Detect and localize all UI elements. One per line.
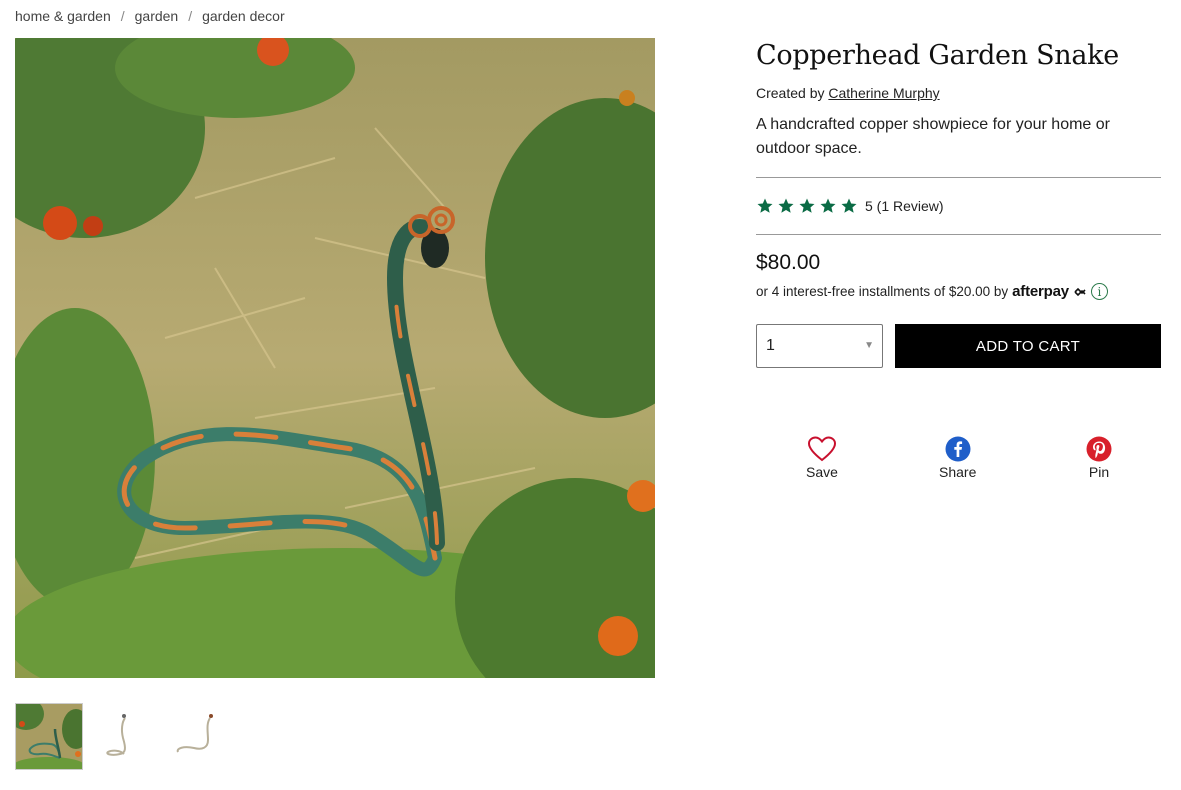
thumbnail-2[interactable] [90,704,156,769]
info-icon[interactable]: i [1090,283,1108,300]
thumbnail-snake-white [90,704,156,769]
share-button[interactable]: Share [939,436,976,480]
star-icon [820,198,836,213]
thumbnail-snake-photo [16,704,82,769]
product-title: Copperhead Garden Snake [756,40,1119,71]
pin-label: Pin [1088,464,1110,480]
afterpay-line: or 4 interest-free installments of $20.0… [756,283,1161,300]
breadcrumb-item-home-garden[interactable]: home & garden [15,8,111,24]
breadcrumb: home & garden / garden / garden decor [15,8,285,24]
breadcrumb-separator: / [120,8,125,24]
thumbnail-1[interactable] [15,703,83,770]
star-icon [841,198,857,213]
heart-icon [807,436,836,462]
snake-photo [15,38,655,678]
purchase-row: 1 ▼ ADD TO CART [756,324,1161,368]
product-details: Copperhead Garden Snake Created by Cathe… [756,40,1161,368]
thumbnail-3[interactable] [164,704,230,769]
facebook-icon [945,436,971,462]
breadcrumb-separator: / [188,8,193,24]
pin-button[interactable]: Pin [1086,436,1112,480]
breadcrumb-item-garden-decor[interactable]: garden decor [202,8,285,24]
creator-line: Created by Catherine Murphy [756,85,1161,101]
thumbnail-snake-white-side [164,704,230,769]
breadcrumb-item-garden[interactable]: garden [135,8,179,24]
share-label: Share [939,464,977,480]
creator-link[interactable]: Catherine Murphy [828,85,939,101]
price: $80.00 [756,251,821,274]
divider [756,234,1161,235]
thumbnail-gallery [15,703,230,770]
add-to-cart-button[interactable]: ADD TO CART [895,324,1161,368]
star-icon [778,198,794,213]
rating-text: 5 (1 Review) [865,198,944,214]
quantity-select[interactable]: 1 ▼ [756,324,883,368]
creator-prefix: Created by [756,85,825,101]
save-button[interactable]: Save [806,436,838,480]
installments-text: or 4 interest-free installments of $20.0… [756,284,1009,299]
social-actions: Save Share Pin [756,436,1161,486]
chevron-down-icon: ▼ [864,340,874,351]
afterpay-logo: afterpay [1012,283,1069,300]
afterpay-loop-icon [1074,287,1086,296]
rating[interactable]: 5 (1 Review) [756,178,1161,234]
pinterest-icon [1086,436,1112,462]
star-icon [799,198,815,213]
save-label: Save [806,464,838,480]
product-description: A handcrafted copper showpiece for your … [756,116,1110,157]
quantity-value: 1 [766,337,775,354]
star-icon [757,198,773,213]
product-main-image[interactable] [15,38,655,678]
